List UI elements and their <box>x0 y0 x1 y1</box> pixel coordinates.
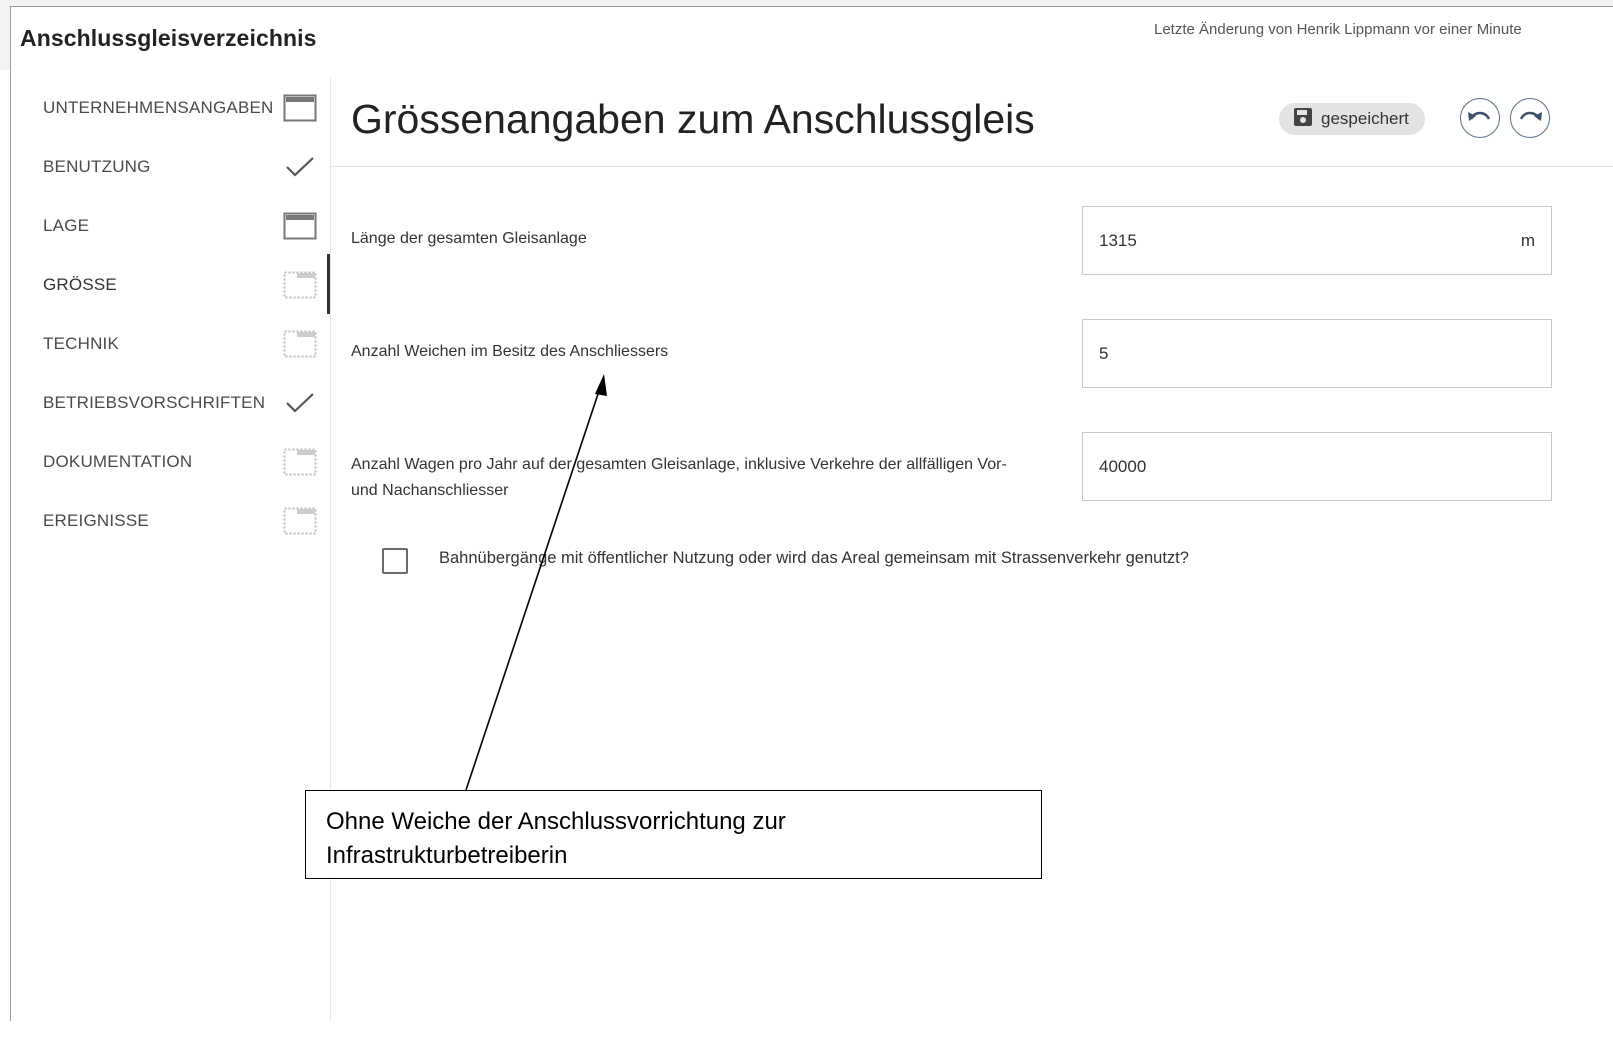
sidebar-item-label: DOKUMENTATION <box>43 452 193 471</box>
input-value: 1315 <box>1099 230 1137 250</box>
redo-icon <box>1517 107 1543 130</box>
annotation-callout: Ohne Weiche der Anschlussvorrichtung zur… <box>305 790 1042 879</box>
sidebar-item-benutzung[interactable]: BENUTZUNG <box>43 147 318 187</box>
weichen-input[interactable]: 5 <box>1082 319 1552 388</box>
redo-button[interactable] <box>1510 98 1550 138</box>
page-icon <box>282 93 318 123</box>
sidebar-item-betriebsvorschriften[interactable]: BETRIEBSVORSCHRIFTEN <box>43 383 318 423</box>
save-icon <box>1293 107 1313 132</box>
last-change-info: Letzte Änderung von Henrik Lippmann vor … <box>1154 21 1522 38</box>
sidebar-item-label: UNTERNEHMENSANGABEN <box>43 98 274 117</box>
checkbox-label: Bahnübergänge mit öffentlicher Nutzung o… <box>439 549 1189 567</box>
sidebar-item-groesse[interactable]: GRÖSSE <box>43 265 318 305</box>
field-label-gleislaenge: Länge der gesamten Gleisanlage <box>351 230 587 247</box>
active-nav-indicator <box>327 254 330 314</box>
bahnuebergang-checkbox[interactable] <box>382 548 408 574</box>
sidebar-item-label: EREIGNISSE <box>43 511 149 530</box>
input-value: 5 <box>1099 343 1109 363</box>
saved-label: gespeichert <box>1321 109 1409 128</box>
page-title: Grössenangaben zum Anschlussgleis <box>351 96 1035 142</box>
page-dashed-icon <box>282 447 318 477</box>
undo-button[interactable] <box>1460 98 1500 138</box>
field-label-weichen: Anzahl Weichen im Besitz des Anschliesse… <box>351 343 669 360</box>
check-icon <box>282 152 318 182</box>
sidebar-item-label: BETRIEBSVORSCHRIFTEN <box>43 393 266 412</box>
gleislaenge-input[interactable]: 1315 m <box>1082 206 1552 275</box>
sidebar-item-label: GRÖSSE <box>43 275 117 294</box>
sidebar-item-unternehmensangaben[interactable]: UNTERNEHMENSANGABEN <box>43 88 318 128</box>
sidebar-item-lage[interactable]: LAGE <box>43 206 318 246</box>
app-title: Anschlussgleisverzeichnis <box>20 25 317 51</box>
unit-label: m <box>1520 230 1535 250</box>
sidebar-item-label: BENUTZUNG <box>43 157 151 176</box>
page-dashed-icon <box>282 506 318 536</box>
sidebar-item-label: TECHNIK <box>43 334 120 353</box>
sidebar-item-technik[interactable]: TECHNIK <box>43 324 318 364</box>
page-dashed-icon <box>282 270 318 300</box>
field-label-wagen: Anzahl Wagen pro Jahr auf der gesamten G… <box>351 456 1007 499</box>
wagen-input[interactable]: 40000 <box>1082 432 1552 501</box>
saved-status-chip: gespeichert <box>1279 103 1425 135</box>
sidebar-item-label: LAGE <box>43 216 90 235</box>
check-icon <box>282 388 318 418</box>
sidebar-item-ereignisse[interactable]: EREIGNISSE <box>43 501 318 541</box>
undo-icon <box>1467 107 1493 130</box>
page-header: Grössenangaben zum Anschlussgleis gespei… <box>331 78 1613 167</box>
sidebar-item-dokumentation[interactable]: DOKUMENTATION <box>43 442 318 482</box>
input-value: 40000 <box>1099 456 1147 476</box>
page-dashed-icon <box>282 329 318 359</box>
page-icon <box>282 211 318 241</box>
